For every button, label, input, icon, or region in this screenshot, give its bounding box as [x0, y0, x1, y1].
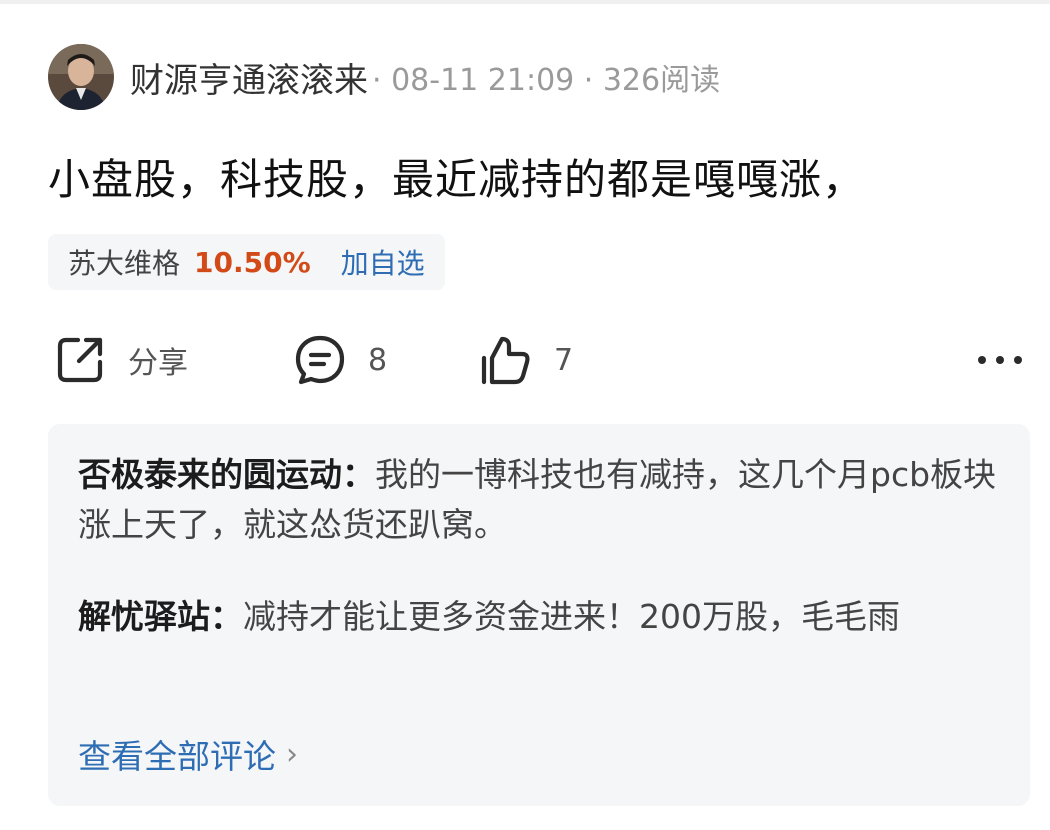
author-name[interactable]: 财源亨通滚滚来 — [130, 53, 368, 102]
stock-chip[interactable]: 苏大维格 10.50% 加自选 — [48, 234, 445, 290]
add-watchlist-button[interactable]: 加自选 — [341, 242, 425, 282]
avatar[interactable] — [48, 44, 114, 110]
like-button[interactable]: 7 — [478, 328, 573, 392]
like-count: 7 — [554, 342, 574, 378]
top-divider — [0, 0, 1050, 4]
comment-text: 减持才能让更多资金进来！200万股，毛毛雨 — [243, 597, 900, 636]
comment-count: 8 — [368, 342, 388, 378]
more-button[interactable] — [976, 328, 1024, 392]
comment-separator: ： — [342, 455, 375, 494]
comment-user[interactable]: 解忧驿站 — [78, 597, 210, 636]
stock-change: 10.50% — [194, 245, 311, 279]
comments-panel: 否极泰来的圆运动：我的一博科技也有减持，这几个月pcb板块涨上天了，就这怂货还趴… — [48, 424, 1030, 806]
stock-name[interactable]: 苏大维格 — [68, 242, 180, 282]
chevron-right-icon: › — [286, 736, 298, 772]
post-content[interactable]: 小盘股，科技股，最近减持的都是嘎嘎涨， — [48, 146, 865, 207]
more-icon — [976, 350, 1024, 370]
like-icon — [478, 332, 534, 388]
comment-icon — [292, 332, 348, 388]
share-icon — [52, 332, 108, 388]
post-meta: · 08-11 21:09 · 326阅读 — [372, 63, 721, 98]
share-label: 分享 — [128, 346, 188, 381]
view-all-label: 查看全部评论 — [78, 737, 276, 776]
view-all-comments-link[interactable]: 查看全部评论 › — [78, 730, 298, 778]
share-button[interactable]: 分享 — [52, 328, 188, 392]
comment-item[interactable]: 否极泰来的圆运动：我的一博科技也有减持，这几个月pcb板块涨上天了，就这怂货还趴… — [78, 450, 998, 550]
action-bar: 分享 8 7 — [48, 328, 1028, 392]
comment-separator: ： — [210, 597, 243, 636]
comment-button[interactable]: 8 — [292, 328, 387, 392]
comment-item[interactable]: 解忧驿站：减持才能让更多资金进来！200万股，毛毛雨 — [78, 592, 998, 642]
post-header: 财源亨通滚滚来 · 08-11 21:09 · 326阅读 — [48, 44, 720, 110]
comment-user[interactable]: 否极泰来的圆运动 — [78, 455, 342, 494]
